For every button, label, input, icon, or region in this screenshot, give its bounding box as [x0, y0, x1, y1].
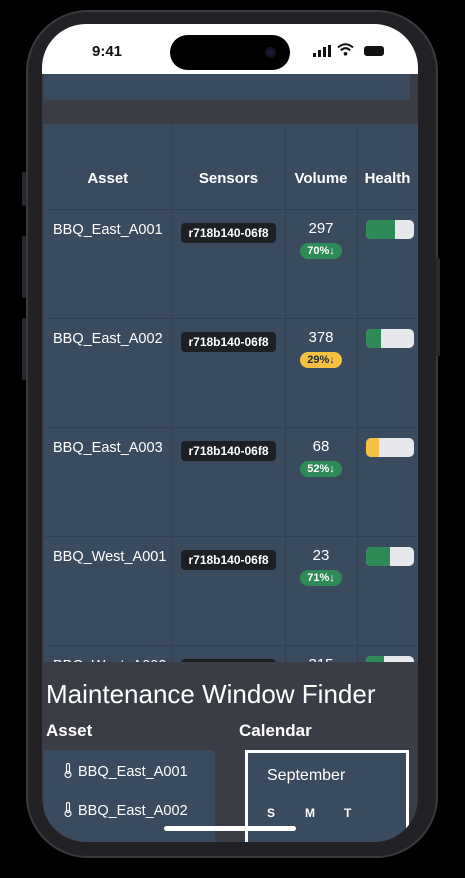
sensor-badge[interactable]: r718b140-06f8	[181, 223, 276, 243]
sensor-cell: r718b140-06f8	[172, 427, 286, 537]
volume-up-button	[22, 236, 26, 298]
asset-name: BBQ_West_A001	[53, 549, 167, 565]
volume-value: 297	[308, 220, 334, 237]
volume-cell: 23 71%↓	[285, 536, 358, 646]
health-bar	[365, 329, 414, 348]
volume-change-badge: 29%↓	[300, 352, 342, 368]
weekday-label: M	[305, 806, 315, 820]
status-bar: 9:41	[42, 24, 418, 74]
health-cell	[357, 427, 418, 537]
sensor-badge[interactable]: r718b140-06f8	[181, 550, 276, 570]
home-indicator[interactable]	[164, 826, 296, 831]
battery-icon	[364, 46, 384, 56]
column-header-asset[interactable]: Asset	[44, 124, 173, 210]
weekday-label: S	[267, 806, 276, 820]
column-header-volume[interactable]: Volume	[285, 124, 358, 210]
asset-list-item[interactable]: BBQ_East_A002	[64, 802, 188, 819]
weekday-label: T	[344, 806, 352, 820]
sensor-badge[interactable]: r718b140-06f8	[181, 332, 276, 352]
assets-table: Asset Sensors Volume Health BBQ_East_A00…	[44, 124, 418, 662]
asset-name: BBQ_East_A002	[53, 331, 163, 347]
asset-name: BBQ_East_A003	[53, 440, 163, 456]
volume-change-badge: 52%↓	[300, 461, 342, 477]
health-cell	[357, 209, 418, 319]
asset-cell: BBQ_East_A001	[44, 209, 173, 319]
power-button	[436, 258, 440, 356]
camera-icon	[265, 47, 276, 58]
health-bar	[365, 547, 414, 566]
volume-value: 378	[308, 329, 334, 346]
health-cell	[357, 536, 418, 646]
column-header-health[interactable]: Health	[357, 124, 418, 210]
section-title: Maintenance Window Finder	[46, 679, 376, 709]
table-row[interactable]: BBQ_East_A002 r718b140-06f8 378 29%↓	[44, 318, 418, 428]
volume-value: 68	[312, 438, 330, 455]
asset-cell: BBQ_West_A002	[44, 645, 173, 662]
health-bar-fill	[365, 438, 379, 457]
health-bar-fill	[365, 329, 382, 348]
health-bar	[365, 438, 414, 457]
volume-change-badge: 71%↓	[300, 570, 342, 586]
action-button	[22, 172, 26, 206]
table-row[interactable]: BBQ_West_A002 r718b140-06f8 31547%↓	[44, 645, 418, 662]
summary-card	[44, 74, 410, 100]
sensor-cell: r718b140-06f8	[172, 209, 286, 319]
volume-value: 315	[286, 656, 357, 662]
sensor-cell: r718b140-06f8	[172, 536, 286, 646]
asset-name: BBQ_East_A001	[53, 222, 163, 238]
table-row[interactable]: BBQ_East_A003 r718b140-06f8 68 52%↓	[44, 427, 418, 537]
health-cell	[357, 318, 418, 428]
table-row[interactable]: BBQ_East_A001 r718b140-06f8 297 70%↓	[44, 209, 418, 319]
health-bar	[365, 656, 414, 662]
calendar-label: Calendar	[239, 721, 312, 740]
thermometer-icon	[64, 763, 72, 778]
sensor-badge[interactable]: r718b140-06f8	[181, 659, 276, 662]
asset-cell: BBQ_East_A002	[44, 318, 173, 428]
sensor-cell: r718b140-06f8	[172, 318, 286, 428]
screen: 9:41 Asset Sensors Volume Health BBQ_Eas…	[42, 24, 418, 842]
health-bar	[365, 220, 414, 239]
health-cell	[357, 645, 418, 662]
volume-cell: 378 29%↓	[285, 318, 358, 428]
health-bar-fill	[365, 656, 384, 662]
dynamic-island	[170, 35, 290, 70]
status-time: 9:41	[92, 43, 123, 60]
thermometer-icon	[64, 802, 72, 817]
asset-name: BBQ_West_A002	[53, 658, 166, 662]
sensor-badge[interactable]: r718b140-06f8	[181, 441, 276, 461]
wifi-icon	[337, 43, 354, 56]
volume-cell: 297 70%↓	[285, 209, 358, 319]
sensor-cell: r718b140-06f8	[172, 645, 286, 662]
asset-list-item-label: BBQ_East_A001	[78, 764, 188, 780]
asset-label: Asset	[46, 721, 93, 740]
volume-cell: 31547%↓	[285, 645, 358, 662]
health-bar-fill	[365, 547, 391, 566]
asset-cell: BBQ_East_A003	[44, 427, 173, 537]
table-row[interactable]: BBQ_West_A001 r718b140-06f8 23 71%↓	[44, 536, 418, 646]
asset-cell: BBQ_West_A001	[44, 536, 173, 646]
volume-change-badge: 70%↓	[300, 243, 342, 259]
signal-icon	[313, 45, 331, 57]
asset-list-item-label: BBQ_East_A002	[78, 803, 188, 819]
health-bar-fill	[365, 220, 396, 239]
volume-cell: 68 52%↓	[285, 427, 358, 537]
volume-down-button	[22, 318, 26, 380]
asset-list-item[interactable]: BBQ_East_A001	[64, 763, 188, 780]
column-header-sensors[interactable]: Sensors	[172, 124, 286, 210]
calendar-month: September	[267, 767, 346, 784]
volume-value: 23	[312, 547, 330, 564]
